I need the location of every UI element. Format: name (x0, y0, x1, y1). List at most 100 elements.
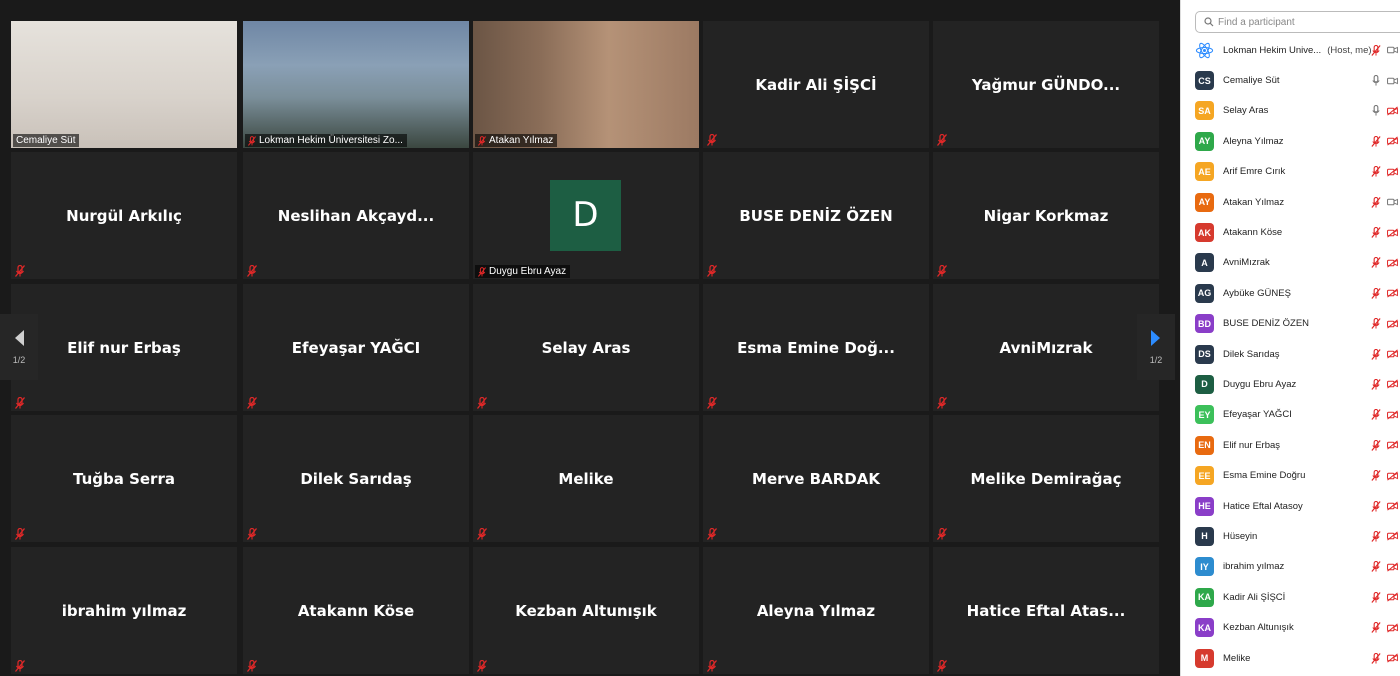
page-indicator-right: 1/2 (1149, 355, 1163, 365)
muted-mic-icon (476, 527, 488, 540)
participant-row[interactable]: HE Hatice Eftal Atasoy (1181, 491, 1400, 521)
participant-row[interactable]: BD BUSE DENİZ ÖZEN (1181, 309, 1400, 339)
participant-name-tag: Duygu Ebru Ayaz (475, 265, 571, 278)
participant-tile[interactable]: Melike Demirağaç (933, 415, 1159, 542)
participant-tile[interactable]: Kezban Altunışık (473, 547, 699, 674)
participant-row[interactable]: KA Kezban Altunışık (1181, 612, 1400, 642)
participant-name: Yağmur GÜNDO... (971, 75, 1121, 94)
participant-status-icons (1371, 126, 1398, 156)
muted-indicator (936, 527, 948, 540)
participant-tile[interactable]: D Duygu Ebru Ayaz (473, 152, 699, 279)
muted-mic-icon (1371, 348, 1381, 360)
muted-mic-icon (1371, 135, 1381, 147)
participant-row[interactable]: DS Dilek Sarıdaş (1181, 339, 1400, 369)
participant-tile[interactable]: ibrahim yılmaz (11, 547, 237, 674)
participant-row[interactable]: D Duygu Ebru Ayaz (1181, 369, 1400, 399)
participant-row[interactable]: AY Aleyna Yılmaz (1181, 126, 1400, 156)
muted-mic-icon (706, 527, 718, 540)
next-page-button[interactable]: 1/2 (1137, 314, 1175, 380)
participant-row[interactable]: A AvniMızrak (1181, 248, 1400, 278)
participant-row[interactable]: M Melike (1181, 643, 1400, 673)
participant-tile[interactable]: Elif nur Erbaş (11, 284, 237, 411)
participant-search[interactable] (1195, 11, 1400, 33)
participant-name: Dilek Sarıdaş (1223, 349, 1280, 360)
participant-tile[interactable]: Lokman Hekim Üniversitesi Zo... (243, 21, 469, 148)
muted-mic-icon (1371, 44, 1381, 56)
participant-tile[interactable]: Atakan Yılmaz (473, 21, 699, 148)
participant-name: BUSE DENİZ ÖZEN (739, 206, 893, 225)
participant-name: Selay Aras (1223, 105, 1268, 116)
microphone-icon (1372, 105, 1380, 117)
avatar: BD (1195, 314, 1214, 334)
video-feed (473, 21, 699, 148)
muted-mic-icon (1371, 591, 1381, 603)
video-off-icon (1387, 471, 1398, 481)
participant-tile[interactable]: Nurgül Arkılıç (11, 152, 237, 279)
participant-tile[interactable]: AvniMızrak (933, 284, 1159, 411)
participant-name: AvniMızrak (1223, 257, 1270, 268)
participant-name: Merve BARDAK (752, 469, 880, 488)
participant-name: Dilek Sarıdaş (300, 469, 412, 488)
participant-status-icons (1371, 582, 1398, 612)
muted-mic-icon (1371, 652, 1381, 664)
participant-row[interactable]: AG Aybüke GÜNEŞ (1181, 278, 1400, 308)
muted-mic-icon (1371, 530, 1381, 542)
muted-mic-icon (478, 135, 486, 146)
participant-display-name: Selay Aras (1223, 105, 1269, 117)
participant-name: Aleyna Yılmaz (756, 601, 876, 620)
muted-mic-icon (936, 659, 948, 672)
muted-indicator (14, 527, 26, 540)
participant-row[interactable]: AK Atakann Köse (1181, 217, 1400, 247)
participant-name: Hatice Eftal Atasoy (1223, 501, 1303, 512)
muted-mic-icon (936, 133, 948, 146)
participant-tile[interactable]: Aleyna Yılmaz (703, 547, 929, 674)
muted-indicator (246, 659, 258, 672)
video-off-icon (1387, 562, 1398, 572)
participant-name: Efeyaşar YAĞCI (1223, 409, 1292, 420)
participant-tile[interactable]: Nigar Korkmaz (933, 152, 1159, 279)
participant-name: Elif nur Erbaş (67, 338, 181, 357)
participant-name: Atakann Köse (297, 601, 415, 620)
participant-row[interactable]: CS Cemaliye Süt (1181, 65, 1400, 95)
participant-tile[interactable]: Efeyaşar YAĞCI (243, 284, 469, 411)
participant-status-icons (1371, 552, 1398, 582)
participant-display-name: Kezban Altunışık (1223, 622, 1294, 634)
participant-tile[interactable]: Selay Aras (473, 284, 699, 411)
video-off-icon (1387, 501, 1398, 511)
participant-row[interactable]: AE Arif Emre Cırık (1181, 157, 1400, 187)
participant-tile[interactable]: Esma Emine Doğ... (703, 284, 929, 411)
participant-row[interactable]: EE Esma Emine Doğru (1181, 460, 1400, 490)
participant-display-name: Hatice Eftal Atasoy (1223, 500, 1303, 512)
participant-row[interactable]: EN Elif nur Erbaş (1181, 430, 1400, 460)
participant-row[interactable]: AY Atakan Yılmaz (1181, 187, 1400, 217)
participant-tile[interactable]: Dilek Sarıdaş (243, 415, 469, 542)
avatar: M (1195, 648, 1214, 668)
participant-row[interactable]: H Hüseyin (1181, 521, 1400, 551)
participant-tile[interactable]: Neslihan Akçayd... (243, 152, 469, 279)
participant-tile[interactable]: BUSE DENİZ ÖZEN (703, 152, 929, 279)
muted-mic-icon (1371, 409, 1381, 421)
participant-tile[interactable]: Tuğba Serra (11, 415, 237, 542)
participant-row[interactable]: SA Selay Aras (1181, 96, 1400, 126)
participant-name: Duygu Ebru Ayaz (1223, 379, 1296, 390)
muted-indicator (936, 396, 948, 409)
participant-tile[interactable]: Cemaliye Süt (11, 21, 237, 148)
participant-display-name: Atakann Köse (1223, 227, 1283, 239)
participant-tile[interactable]: Kadir Ali ŞİŞCİ (703, 21, 929, 148)
participant-row[interactable]: KA Kadir Ali ŞİŞCİ (1181, 582, 1400, 612)
participant-tile[interactable]: Atakann Köse (243, 547, 469, 674)
video-off-icon (1387, 379, 1398, 390)
microphone-icon (1372, 75, 1380, 86)
participant-row[interactable]: EY Efeyaşar YAĞCI (1181, 400, 1400, 430)
participant-row[interactable]: IY ibrahim yılmaz (1181, 552, 1400, 582)
participant-tile[interactable]: Yağmur GÜNDO... (933, 21, 1159, 148)
participant-tile[interactable]: Melike (473, 415, 699, 542)
participant-row[interactable]: Lokman Hekim Unive... (Host, me) (1181, 35, 1400, 65)
previous-page-button[interactable]: 1/2 (0, 314, 38, 380)
video-icon (1387, 46, 1398, 54)
participant-tile[interactable]: Hatice Eftal Atas... (933, 547, 1159, 674)
participant-tile[interactable]: Merve BARDAK (703, 415, 929, 542)
muted-indicator (706, 527, 718, 540)
participant-name: Efeyaşar YAĞCI (291, 338, 421, 357)
search-input[interactable] (1218, 16, 1398, 28)
